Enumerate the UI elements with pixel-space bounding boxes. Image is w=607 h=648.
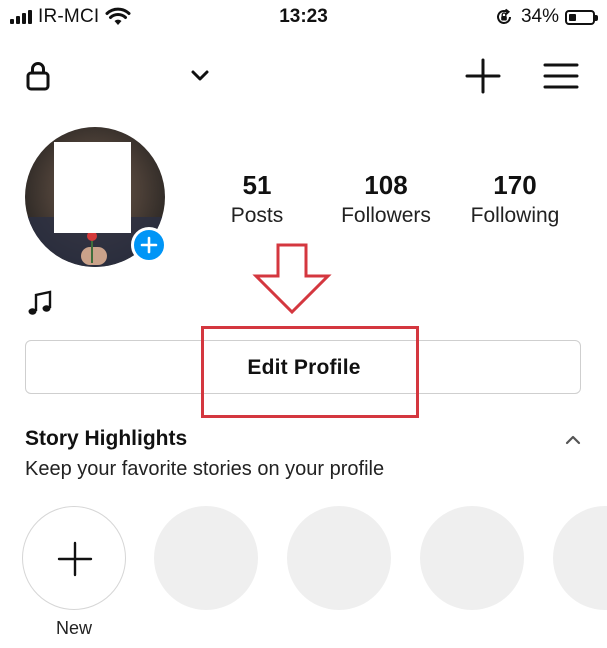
status-right: 34% bbox=[495, 6, 598, 28]
hamburger-menu-icon[interactable] bbox=[541, 57, 581, 95]
stat-followers[interactable]: 108 Followers bbox=[321, 168, 451, 230]
highlight-placeholder bbox=[553, 506, 607, 610]
battery-percentage: 34% bbox=[520, 6, 559, 27]
lock-icon bbox=[26, 62, 50, 91]
rotation-lock-icon bbox=[497, 8, 511, 24]
edit-profile-label: Edit Profile bbox=[247, 356, 361, 379]
face-redaction bbox=[54, 142, 131, 233]
plus-icon bbox=[57, 541, 93, 577]
story-highlights-title: Story Highlights bbox=[25, 427, 188, 450]
new-highlight-button[interactable] bbox=[22, 506, 126, 610]
posts-count: 51 bbox=[242, 170, 272, 200]
instagram-profile-screen: IR-MCI 13:23 34% 51 Posts 108 Followers … bbox=[0, 0, 607, 648]
followers-count: 108 bbox=[364, 170, 408, 200]
add-story-button[interactable] bbox=[131, 227, 167, 263]
edit-profile-button[interactable]: Edit Profile bbox=[25, 340, 581, 394]
stat-following[interactable]: 170 Following bbox=[450, 168, 580, 230]
chevron-up-icon[interactable] bbox=[563, 432, 583, 448]
following-count: 170 bbox=[493, 170, 537, 200]
highlight-placeholder bbox=[420, 506, 524, 610]
status-bar: IR-MCI 13:23 34% bbox=[0, 0, 607, 34]
following-label: Following bbox=[470, 204, 560, 227]
chevron-down-icon[interactable] bbox=[186, 64, 214, 88]
battery-fill bbox=[569, 13, 576, 21]
story-highlights-subtitle: Keep your favorite stories on your profi… bbox=[25, 458, 385, 480]
annotation-arrow-down-icon bbox=[252, 243, 332, 315]
new-highlight-label: New bbox=[55, 618, 92, 638]
plus-icon bbox=[140, 236, 158, 254]
music-note-icon bbox=[28, 290, 52, 315]
highlight-placeholder bbox=[287, 506, 391, 610]
highlight-placeholder bbox=[154, 506, 258, 610]
battery-icon bbox=[565, 9, 598, 25]
stat-posts[interactable]: 51 Posts bbox=[192, 168, 322, 230]
plus-icon[interactable] bbox=[464, 57, 502, 95]
followers-label: Followers bbox=[341, 204, 431, 227]
posts-label: Posts bbox=[230, 204, 284, 227]
